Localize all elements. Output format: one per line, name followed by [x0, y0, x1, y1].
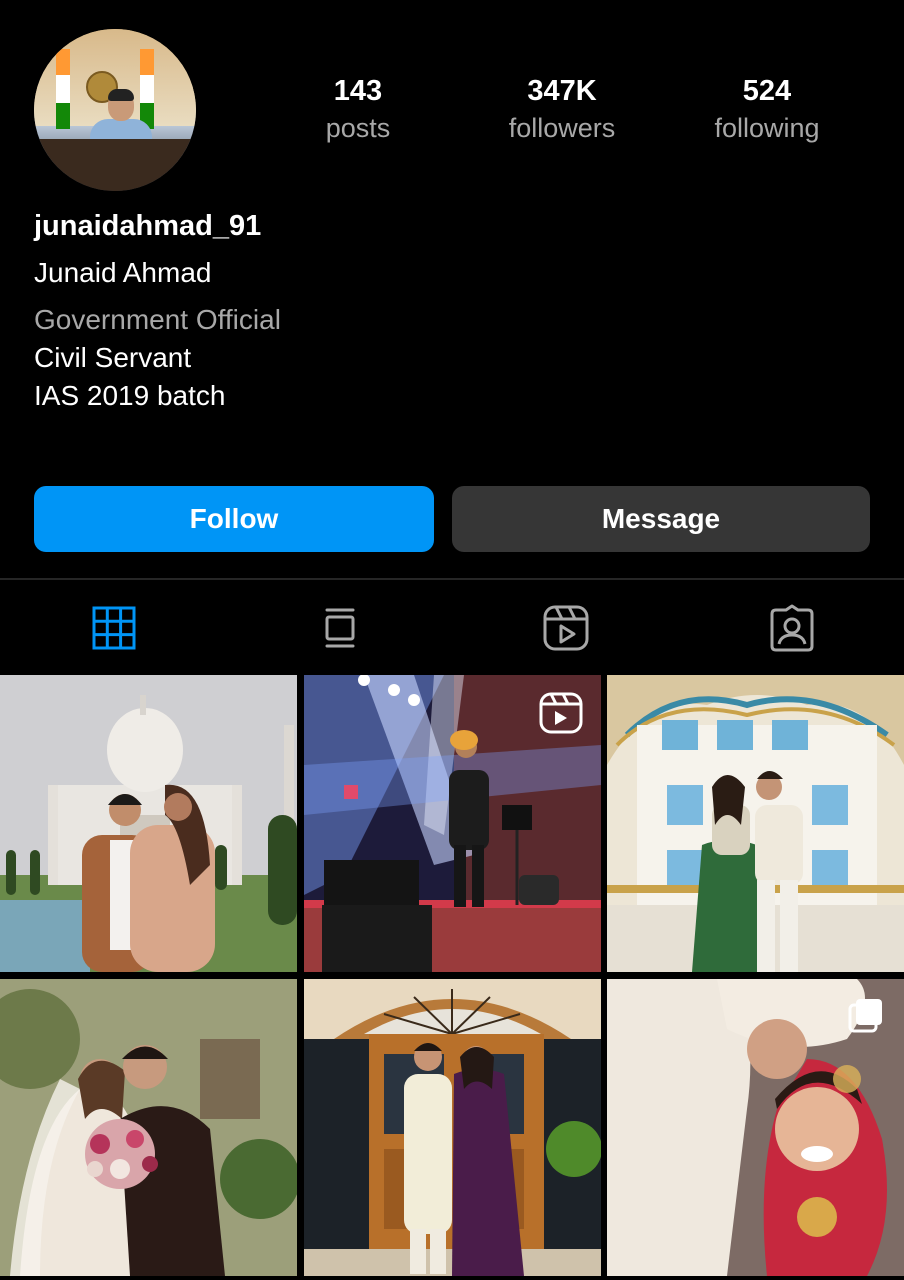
post-thumbnail[interactable]: [304, 979, 601, 1276]
follow-button[interactable]: Follow: [34, 486, 434, 552]
feed-icon: [325, 608, 355, 648]
post-thumbnail[interactable]: [607, 979, 904, 1276]
tab-posts-grid[interactable]: [84, 598, 144, 658]
door-couple-photo: [304, 979, 601, 1276]
post-thumbnail[interactable]: [0, 675, 297, 972]
profile-username: junaidahmad_91: [34, 210, 262, 242]
post-thumbnail[interactable]: [0, 979, 297, 1276]
tab-feed[interactable]: [310, 598, 370, 658]
profile-avatar[interactable]: [34, 29, 196, 191]
divider: [0, 578, 904, 580]
wedding-bouquet-photo: [0, 979, 297, 1276]
stat-label: following: [714, 113, 820, 143]
stat-label: posts: [325, 113, 391, 143]
posts-grid: [0, 675, 904, 1280]
stat-value: 347K: [527, 75, 597, 107]
bio-line: IAS 2019 batch: [34, 380, 226, 411]
profile-category: Government Official: [34, 304, 281, 335]
profile-full-name: Junaid Ahmad: [34, 257, 212, 288]
concert-stage-photo: [304, 675, 601, 972]
post-thumbnail[interactable]: [607, 675, 904, 972]
stat-value: 143: [333, 75, 383, 107]
stat-label: followers: [508, 113, 616, 143]
bio-line: Civil Servant: [34, 342, 192, 373]
tab-tagged[interactable]: [762, 598, 822, 658]
message-button[interactable]: Message: [452, 486, 870, 552]
followers-count[interactable]: 347K followers: [472, 74, 652, 144]
tagged-icon: [770, 604, 814, 652]
grid-icon: [92, 606, 136, 650]
bride-groom-photo: [607, 979, 904, 1276]
stat-value: 524: [742, 75, 792, 107]
tab-reels[interactable]: [536, 598, 596, 658]
following-count[interactable]: 524 following: [677, 74, 857, 144]
posts-count: 143 posts: [268, 74, 448, 144]
palace-couple-photo: [607, 675, 904, 972]
post-thumbnail[interactable]: [304, 675, 601, 972]
taj-mahal-photo: [0, 675, 297, 972]
reels-icon: [543, 605, 589, 651]
